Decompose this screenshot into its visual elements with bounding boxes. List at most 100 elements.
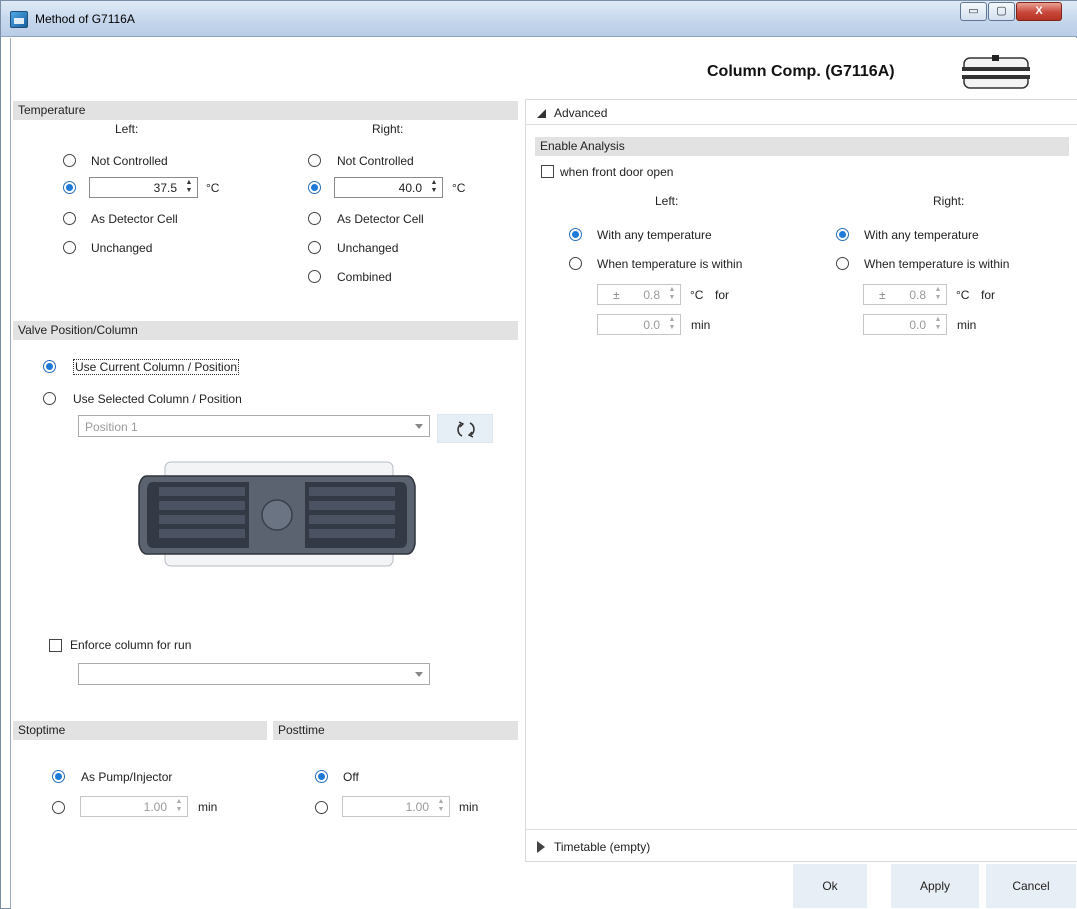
- right-not-controlled-radio[interactable]: [308, 154, 321, 167]
- refresh-button[interactable]: [437, 414, 493, 443]
- left-detector-cell-radio[interactable]: [63, 212, 76, 225]
- right-time-input[interactable]: 0.0 ▲ ▼: [863, 314, 947, 335]
- temperature-right-heading: Right:: [372, 122, 404, 136]
- ok-button[interactable]: Ok: [793, 864, 867, 908]
- spinner-arrows-icon[interactable]: ▲ ▼: [667, 286, 677, 303]
- left-setpoint-radio[interactable]: [63, 181, 76, 194]
- right-any-temperature-radio[interactable]: [836, 228, 849, 241]
- minimize-button[interactable]: ▭: [960, 2, 987, 21]
- right-for-label: for: [981, 288, 996, 302]
- spinner-arrows-icon[interactable]: ▲ ▼: [184, 179, 194, 196]
- spinner-arrows-icon[interactable]: ▲ ▼: [933, 316, 943, 333]
- right-detector-cell-label: As Detector Cell: [337, 212, 424, 226]
- spinner-arrows-icon[interactable]: ▲ ▼: [933, 286, 943, 303]
- front-door-checkbox[interactable]: [541, 165, 554, 178]
- expand-triangle-icon: [537, 841, 545, 853]
- left-tolerance-unit: °C: [690, 288, 704, 302]
- posttime-section-header: Posttime: [273, 721, 518, 740]
- use-selected-column-radio[interactable]: [43, 392, 56, 405]
- left-detector-cell-label: As Detector Cell: [91, 212, 178, 226]
- window-title: Method of G7116A: [35, 12, 135, 26]
- right-detector-cell-radio[interactable]: [308, 212, 321, 225]
- left-unchanged-radio[interactable]: [63, 241, 76, 254]
- chevron-down-icon: [415, 424, 423, 429]
- posttime-off-label: Off: [343, 770, 359, 784]
- apply-button[interactable]: Apply: [891, 864, 979, 908]
- left-temperature-value: 37.5: [153, 181, 177, 195]
- stoptime-input[interactable]: 1.00 ▲ ▼: [80, 796, 188, 817]
- spinner-arrows-icon[interactable]: ▲ ▼: [174, 798, 184, 815]
- use-current-column-radio[interactable]: [43, 360, 56, 373]
- left-not-controlled-radio[interactable]: [63, 154, 76, 167]
- position-select-value: Position 1: [85, 420, 138, 434]
- posttime-input[interactable]: 1.00 ▲ ▼: [342, 796, 450, 817]
- left-within-radio[interactable]: [569, 257, 582, 270]
- left-within-label: When temperature is within: [597, 257, 743, 271]
- right-tolerance-input[interactable]: ± 0.8 ▲ ▼: [863, 284, 947, 305]
- device-title: Column Comp. (G7116A): [707, 63, 895, 80]
- posttime-value: 1.00: [405, 800, 429, 814]
- stoptime-as-pump-radio[interactable]: [52, 770, 65, 783]
- analysis-left-heading: Left:: [655, 194, 679, 208]
- column-select[interactable]: [78, 663, 430, 685]
- advanced-expander[interactable]: Advanced: [525, 99, 1077, 125]
- chevron-down-icon: [415, 672, 423, 677]
- right-tolerance-value: 0.8: [909, 288, 926, 302]
- right-time-value: 0.0: [909, 318, 926, 332]
- title-bar[interactable]: Method of G7116A ▭ ▢ X: [1, 1, 1077, 37]
- temperature-section-header: Temperature: [13, 101, 518, 120]
- enable-analysis-section-header: Enable Analysis: [535, 137, 1069, 156]
- left-any-temperature-label: With any temperature: [597, 228, 712, 242]
- right-combined-radio[interactable]: [308, 270, 321, 283]
- right-unchanged-radio[interactable]: [308, 241, 321, 254]
- left-unchanged-label: Unchanged: [91, 241, 153, 255]
- left-temperature-input[interactable]: 37.5 ▲ ▼: [89, 177, 198, 198]
- position-select[interactable]: Position 1: [78, 415, 430, 437]
- stoptime-as-pump-label: As Pump/Injector: [81, 770, 173, 784]
- timetable-expander[interactable]: Timetable (empty): [525, 829, 1077, 862]
- right-setpoint-radio[interactable]: [308, 181, 321, 194]
- left-for-label: for: [715, 288, 730, 302]
- posttime-value-radio[interactable]: [315, 801, 328, 814]
- stoptime-unit: min: [198, 800, 218, 814]
- right-time-unit: min: [957, 318, 977, 332]
- left-any-temperature-radio[interactable]: [569, 228, 582, 241]
- right-unchanged-label: Unchanged: [337, 241, 399, 255]
- temperature-left-heading: Left:: [115, 122, 139, 136]
- stoptime-value-radio[interactable]: [52, 801, 65, 814]
- maximize-button[interactable]: ▢: [988, 2, 1015, 21]
- right-tolerance-unit: °C: [956, 288, 970, 302]
- use-selected-column-label: Use Selected Column / Position: [73, 392, 242, 406]
- valve-head-diagram: [138, 461, 416, 567]
- left-time-input[interactable]: 0.0 ▲ ▼: [597, 314, 681, 335]
- posttime-unit: min: [459, 800, 479, 814]
- right-within-radio[interactable]: [836, 257, 849, 270]
- app-icon: [10, 11, 28, 28]
- advanced-panel: [525, 99, 1077, 862]
- enforce-column-checkbox[interactable]: [49, 639, 62, 652]
- right-combined-label: Combined: [337, 270, 392, 284]
- posttime-off-radio[interactable]: [315, 770, 328, 783]
- left-tolerance-input[interactable]: ± 0.8 ▲ ▼: [597, 284, 681, 305]
- right-not-controlled-label: Not Controlled: [337, 154, 414, 168]
- enforce-column-label: Enforce column for run: [70, 638, 192, 652]
- right-tolerance-pm: ±: [879, 288, 886, 302]
- left-temperature-unit: °C: [206, 181, 220, 195]
- front-door-label: when front door open: [560, 165, 674, 179]
- left-tolerance-pm: ±: [613, 288, 620, 302]
- method-dialog-window: Method of G7116A ▭ ▢ X Column Comp. (G71…: [0, 0, 1077, 909]
- column-compartment-icon: [962, 55, 1030, 89]
- right-temperature-input[interactable]: 40.0 ▲ ▼: [334, 177, 443, 198]
- right-temperature-value: 40.0: [398, 181, 422, 195]
- refresh-icon: [457, 421, 475, 438]
- spinner-arrows-icon[interactable]: ▲ ▼: [667, 316, 677, 333]
- spinner-arrows-icon[interactable]: ▲ ▼: [436, 798, 446, 815]
- cancel-button[interactable]: Cancel: [986, 864, 1076, 908]
- advanced-label: Advanced: [554, 106, 608, 120]
- left-time-value: 0.0: [643, 318, 660, 332]
- spinner-arrows-icon[interactable]: ▲ ▼: [429, 179, 439, 196]
- left-not-controlled-label: Not Controlled: [91, 154, 168, 168]
- left-tolerance-value: 0.8: [643, 288, 660, 302]
- close-button[interactable]: X: [1016, 2, 1062, 21]
- right-within-label: When temperature is within: [864, 257, 1010, 271]
